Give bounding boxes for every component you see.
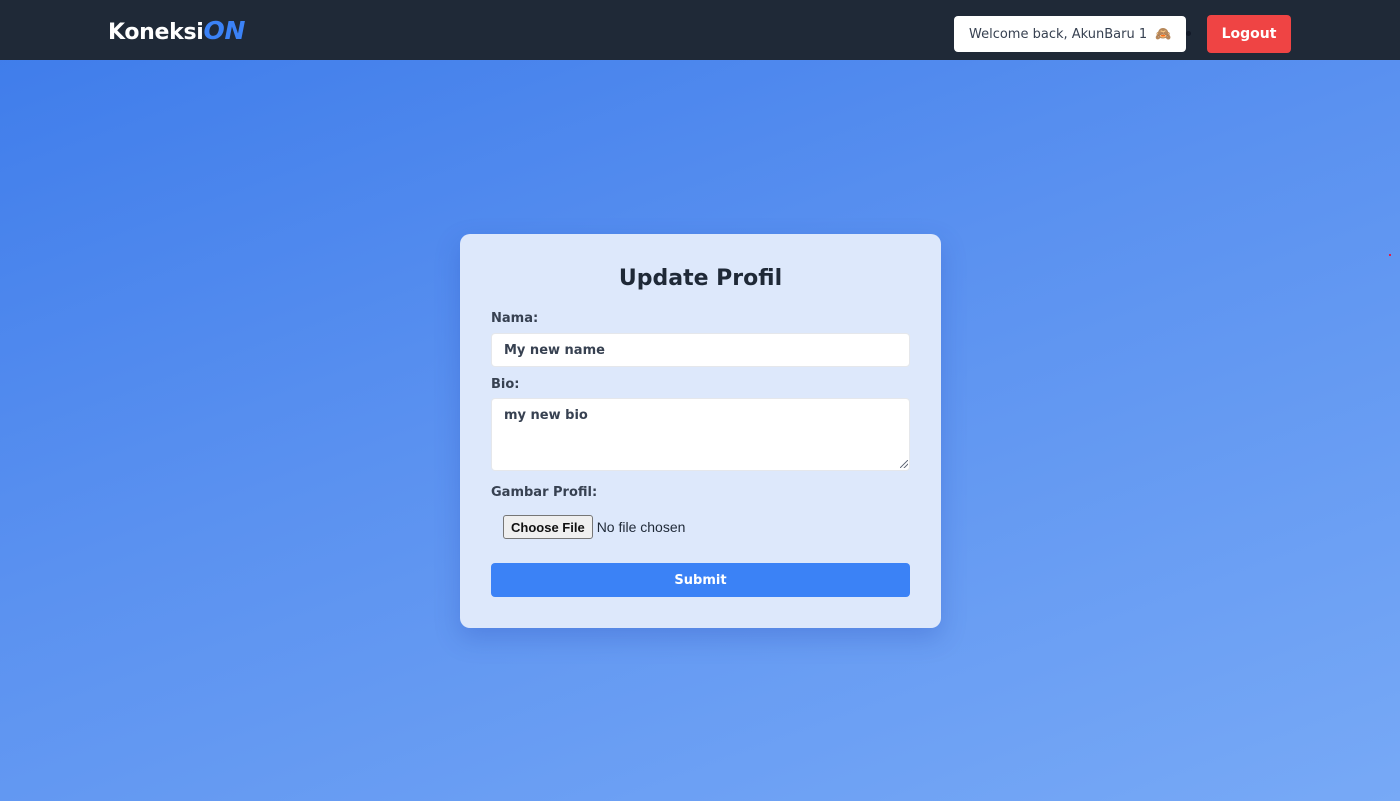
navbar: KoneksiON Welcome back, AkunBaru 1 🙈 Log…	[0, 0, 1400, 60]
welcome-badge: Welcome back, AkunBaru 1 🙈	[954, 16, 1186, 52]
file-input[interactable]: Choose File No file chosen	[503, 515, 685, 539]
choose-file-button[interactable]: Choose File	[503, 515, 593, 539]
profile-picture-label: Gambar Profil:	[491, 485, 598, 500]
separator-dot	[1186, 31, 1191, 36]
logout-button[interactable]: Logout	[1207, 15, 1291, 53]
page-title: Update Profil	[618, 266, 783, 291]
name-label: Nama:	[491, 311, 539, 326]
update-profile-card: Update Profil Nama: Bio: my new bio Gamb…	[460, 234, 941, 628]
brand-main-text: Koneksi	[108, 20, 204, 45]
brand-accent-text: ON	[203, 16, 246, 45]
submit-button[interactable]: Submit	[491, 563, 910, 597]
name-input[interactable]	[491, 333, 910, 367]
file-status-text: No file chosen	[596, 519, 686, 535]
bio-label: Bio:	[491, 377, 520, 392]
resize-handle-icon[interactable]	[900, 460, 908, 468]
brand-logo[interactable]: KoneksiON	[108, 16, 245, 45]
bio-textarea[interactable]: my new bio	[491, 398, 910, 471]
monkey-emoji-icon: 🙈	[1155, 26, 1172, 42]
welcome-text: Welcome back, AkunBaru 1	[969, 26, 1148, 42]
stray-pixel-mark	[1389, 254, 1391, 256]
